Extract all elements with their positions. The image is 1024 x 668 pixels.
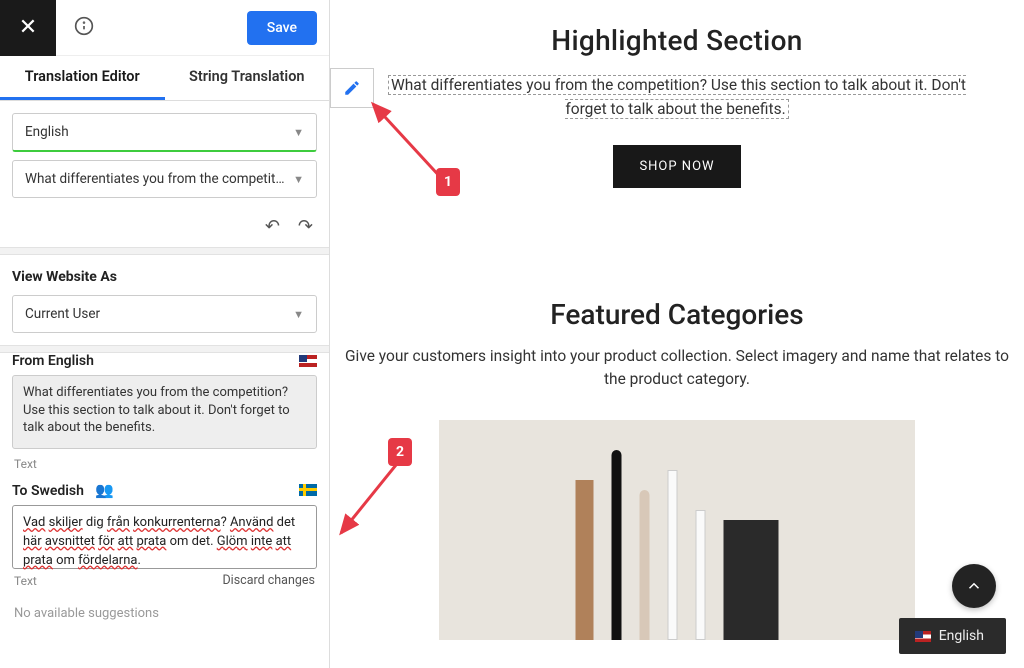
discard-changes-link[interactable]: Discard changes: [222, 573, 315, 588]
close-button[interactable]: ✕: [0, 0, 56, 56]
shop-now-button[interactable]: SHOP NOW: [613, 145, 740, 188]
language-select[interactable]: English ▼: [12, 113, 317, 152]
translation-sidebar: ✕ Save Translation Editor String Transla…: [0, 0, 330, 668]
save-button[interactable]: Save: [247, 11, 317, 45]
featured-image: [439, 420, 915, 640]
divider: [0, 247, 329, 255]
undo-redo-bar: ↶ ↷: [0, 210, 329, 247]
view-as-title: View Website As: [0, 255, 329, 295]
language-switcher[interactable]: English: [899, 618, 1006, 654]
flag-se-icon: [299, 484, 317, 496]
chevron-down-icon: ▼: [293, 173, 304, 186]
tab-translation-editor[interactable]: Translation Editor: [0, 56, 165, 100]
to-language-row: To Swedish 👥: [0, 481, 329, 505]
flag-us-icon: [299, 355, 317, 367]
language-select-value: English: [25, 124, 69, 140]
flag-us-icon: [915, 631, 931, 642]
translation-text-area[interactable]: Vad skiljer dig från konkurrenterna? Anv…: [12, 505, 317, 569]
info-icon: [74, 16, 94, 36]
to-language-label: To Swedish: [12, 483, 84, 499]
redo-button[interactable]: ↷: [298, 216, 313, 237]
view-as-value: Current User: [25, 306, 100, 322]
preview-content: Highlighted Section What differentiates …: [330, 0, 1024, 640]
divider: [0, 345, 329, 353]
view-as-panel: Current User ▼: [0, 295, 329, 345]
annotation-badge-2: 2: [388, 438, 412, 466]
sidebar-top-bar: ✕ Save: [0, 0, 329, 56]
language-panel: English ▼ What differentiates you from t…: [0, 101, 329, 210]
source-string-value: What differentiates you from the competi…: [25, 171, 285, 187]
translation-type-hint: Text: [14, 574, 37, 588]
language-switcher-label: English: [939, 628, 984, 644]
highlighted-section-desc: What differentiates you from the competi…: [377, 73, 977, 121]
scroll-to-top-button[interactable]: [952, 564, 996, 608]
source-text-area: [12, 375, 317, 449]
featured-section: Featured Categories Give your customers …: [330, 298, 1024, 640]
info-button[interactable]: [56, 16, 112, 40]
editable-text-outline[interactable]: What differentiates you from the competi…: [388, 75, 966, 119]
editor-tabs: Translation Editor String Translation: [0, 56, 329, 101]
people-icon: 👥: [95, 481, 114, 499]
view-as-select[interactable]: Current User ▼: [12, 295, 317, 333]
from-language-row: From English: [0, 353, 329, 375]
preview-pane: Highlighted Section What differentiates …: [330, 0, 1024, 668]
chevron-down-icon: ▼: [293, 126, 304, 139]
no-suggestions: No available suggestions: [0, 596, 329, 631]
from-language-label: From English: [12, 353, 94, 369]
undo-button[interactable]: ↶: [265, 216, 280, 237]
tab-string-translation[interactable]: String Translation: [165, 56, 330, 100]
source-type-hint: Text: [0, 453, 329, 481]
featured-title: Featured Categories: [330, 298, 1024, 331]
source-string-select[interactable]: What differentiates you from the competi…: [12, 160, 317, 198]
edit-element-button[interactable]: [330, 68, 374, 108]
annotation-badge-1: 1: [436, 168, 460, 196]
highlighted-section-title: Highlighted Section: [330, 24, 1024, 57]
chevron-up-icon: [965, 577, 983, 595]
pencil-icon: [343, 79, 361, 97]
translation-footer-row: Text Discard changes: [0, 569, 329, 596]
close-icon: ✕: [19, 15, 37, 40]
chevron-down-icon: ▼: [293, 308, 304, 321]
featured-desc: Give your customers insight into your pr…: [337, 345, 1017, 392]
